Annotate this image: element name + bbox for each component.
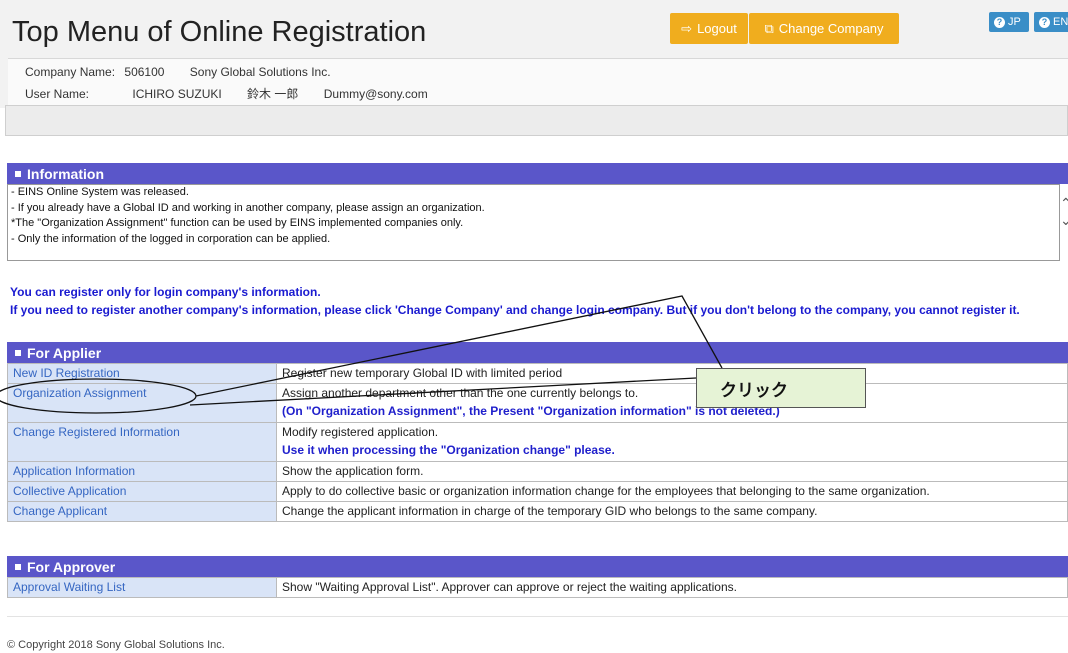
highlight-ellipse: [0, 378, 197, 414]
annotation-overlay: [0, 295, 723, 414]
callout-box: クリック: [696, 368, 866, 408]
